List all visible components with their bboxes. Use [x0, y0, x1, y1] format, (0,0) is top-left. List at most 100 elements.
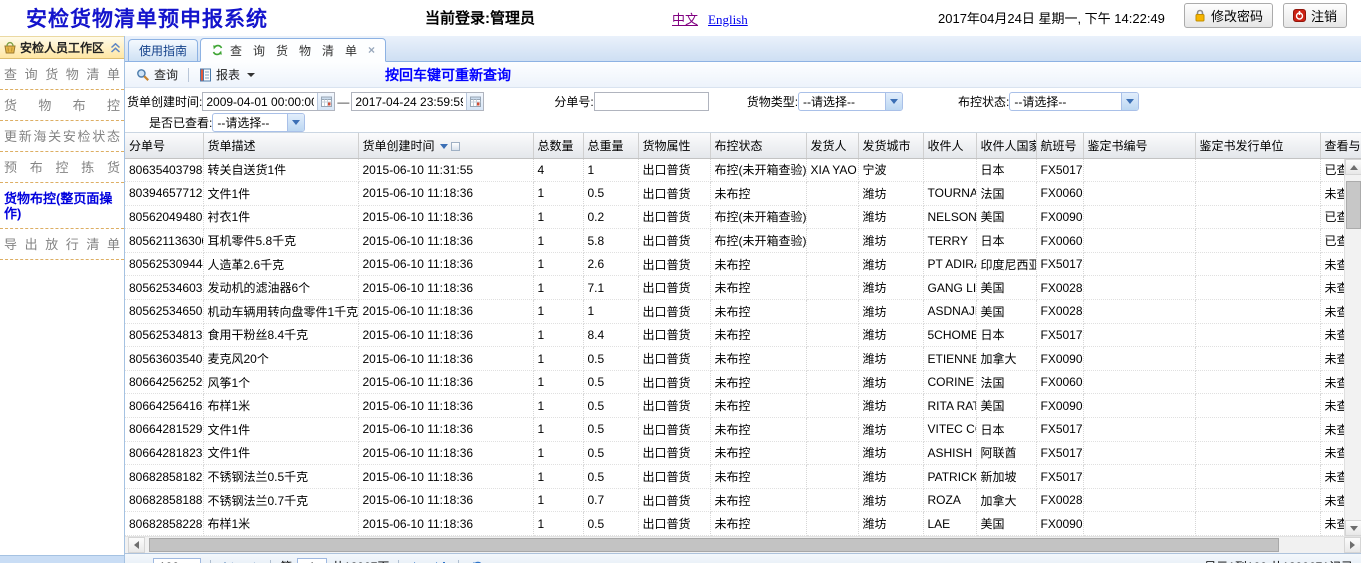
scroll-up-button[interactable]	[1345, 159, 1361, 175]
table-row[interactable]: 805625346037发动机的滤油器6个2015-06-10 11:18:36…	[125, 276, 1361, 300]
column-header[interactable]: 货物属性	[638, 133, 710, 158]
chevron-down-icon	[885, 93, 902, 110]
table-row[interactable]: 806828581881不锈钢法兰0.7千克2015-06-10 11:18:3…	[125, 488, 1361, 512]
table-cell	[1083, 394, 1195, 418]
table-cell: 文件1件	[203, 441, 358, 465]
table-cell: FX0028	[1036, 488, 1083, 512]
control-status-select[interactable]: --请选择--	[1009, 92, 1139, 111]
column-header[interactable]: 发货城市	[858, 133, 923, 158]
table-row[interactable]: 805620494809衬衣1件2015-06-10 11:18:3610.2出…	[125, 205, 1361, 229]
calendar-icon[interactable]	[317, 93, 334, 110]
create-time-from-field	[202, 92, 335, 111]
table-row[interactable]: 805625309444人造革2.6千克2015-06-10 11:18:361…	[125, 252, 1361, 276]
last-page-button[interactable]	[431, 558, 449, 563]
create-time-from-input[interactable]	[203, 94, 317, 109]
first-page-button[interactable]	[220, 558, 238, 563]
vertical-scrollbar[interactable]	[1344, 159, 1361, 536]
table-cell: 未布控	[710, 347, 806, 371]
sidebar-item[interactable]: 货物布控	[0, 90, 124, 121]
table-cell: 潍坊	[858, 441, 923, 465]
sidebar-item[interactable]: 导出放行清单	[0, 229, 124, 260]
collapse-icon[interactable]	[110, 43, 121, 53]
column-header[interactable]: 货单创建时间	[358, 133, 533, 158]
table-cell: FX5017	[1036, 465, 1083, 489]
table-row[interactable]: 805625346508机动车辆用转向盘零件1千克2015-06-10 11:1…	[125, 300, 1361, 324]
lang-zh-link[interactable]: 中文	[672, 12, 698, 27]
column-header[interactable]: 航班号	[1036, 133, 1083, 158]
table-cell: 日本	[976, 229, 1036, 253]
table-row[interactable]: 805636035407麦克风20个2015-06-10 11:18:3610.…	[125, 347, 1361, 371]
next-page-button[interactable]	[408, 558, 426, 563]
login-status: 当前登录:管理员	[425, 7, 535, 28]
table-cell	[1195, 252, 1320, 276]
sidebar-item[interactable]: 更新海关安检状态	[0, 121, 124, 152]
column-menu-icon[interactable]	[451, 142, 460, 151]
page-number-input[interactable]	[297, 558, 327, 563]
table-cell: 2015-06-10 11:18:36	[358, 347, 533, 371]
table-cell: PT ADIRA S	[923, 252, 976, 276]
table-row[interactable]: 806642564166布样1米2015-06-10 11:18:3610.5出…	[125, 394, 1361, 418]
sidebar-item[interactable]: 查询货物清单	[0, 59, 124, 90]
table-cell: 未布控	[710, 465, 806, 489]
table-cell: 2015-06-10 11:18:36	[358, 276, 533, 300]
create-time-to-input[interactable]	[352, 94, 466, 109]
report-button[interactable]: 报表	[194, 64, 260, 85]
column-header[interactable]: 收件人	[923, 133, 976, 158]
table-row[interactable]: 806828581826不锈钢法兰0.5千克2015-06-10 11:18:3…	[125, 465, 1361, 489]
column-header[interactable]: 总重量	[583, 133, 638, 158]
lang-en-link[interactable]: English	[708, 12, 748, 27]
table-row[interactable]: 806642815291文件1件2015-06-10 11:18:3610.5出…	[125, 418, 1361, 442]
waybill-input[interactable]	[595, 94, 708, 109]
close-tab-icon[interactable]: ×	[368, 43, 375, 57]
workspace-basket-icon	[3, 41, 17, 54]
column-header[interactable]: 总数量	[533, 133, 583, 158]
table-row[interactable]: 806828582281布样1米2015-06-10 11:18:3610.5出…	[125, 512, 1361, 536]
query-button[interactable]: 查询	[131, 64, 183, 85]
table-row[interactable]: 806354037988转关自送货1件2015-06-10 11:31:5541…	[125, 158, 1361, 182]
scroll-down-button[interactable]	[1345, 520, 1361, 536]
filter-row-2: 是否已查看: --请选择--	[125, 113, 1361, 132]
table-cell: 2015-06-10 11:18:36	[358, 418, 533, 442]
table-cell	[806, 205, 858, 229]
table-row[interactable]: 805625348132食用干粉丝8.4千克2015-06-10 11:18:3…	[125, 323, 1361, 347]
cargo-type-select[interactable]: --请选择--	[798, 92, 903, 111]
column-header[interactable]: 查看与否	[1320, 133, 1361, 158]
tab-usage-guide[interactable]: 使用指南	[128, 39, 198, 61]
horizontal-scroll-thumb[interactable]	[149, 538, 1279, 552]
table-cell: 2015-06-10 11:18:36	[358, 465, 533, 489]
table-cell: 1	[533, 488, 583, 512]
prev-page-button[interactable]	[243, 558, 261, 563]
scroll-left-button[interactable]	[128, 537, 145, 553]
column-header[interactable]: 鉴定书发行单位	[1195, 133, 1320, 158]
table-row[interactable]: 805621136300耳机零件5.8千克2015-06-10 11:18:36…	[125, 229, 1361, 253]
table-cell: FX0090	[1036, 512, 1083, 536]
column-header[interactable]: 收件人国家	[976, 133, 1036, 158]
table-row[interactable]: 806642818235文件1件2015-06-10 11:18:3610.5出…	[125, 441, 1361, 465]
cargo-type-value: --请选择--	[799, 93, 885, 110]
table-cell	[806, 323, 858, 347]
horizontal-scrollbar[interactable]	[125, 536, 1361, 553]
logout-button[interactable]: 注销	[1283, 3, 1347, 28]
table-cell	[1083, 300, 1195, 324]
table-row[interactable]: 803946577127文件1件2015-06-10 11:18:3610.5出…	[125, 182, 1361, 206]
column-header[interactable]: 鉴定书编号	[1083, 133, 1195, 158]
column-header[interactable]: 发货人	[806, 133, 858, 158]
pagination-bar: 100 第 共13907页	[125, 553, 1361, 563]
viewed-select[interactable]: --请选择--	[212, 113, 305, 132]
table-row[interactable]: 806642562520风筝1个2015-06-10 11:18:3610.5出…	[125, 370, 1361, 394]
change-password-button[interactable]: 修改密码	[1184, 3, 1273, 28]
sidebar-header[interactable]: 安检人员工作区	[0, 36, 124, 59]
refresh-icon[interactable]	[468, 558, 486, 563]
page-size-select[interactable]: 100	[153, 558, 201, 563]
column-header[interactable]: 布控状态	[710, 133, 806, 158]
table-cell: 805620494809	[125, 205, 203, 229]
scroll-right-button[interactable]	[1344, 537, 1361, 553]
sidebar-item[interactable]: 货物布控(整页面操作)	[0, 183, 124, 229]
vertical-scroll-thumb[interactable]	[1346, 181, 1361, 229]
calendar-icon[interactable]	[466, 93, 483, 110]
column-header[interactable]: 货单描述	[203, 133, 358, 158]
sidebar-item[interactable]: 预布控拣货	[0, 152, 124, 183]
column-header[interactable]: 分单号	[125, 133, 203, 158]
filter-row-1: 货单创建时间: — 分单号:	[125, 92, 1361, 111]
tab-query-cargo-list[interactable]: 查询货物清单 ×	[200, 38, 386, 62]
